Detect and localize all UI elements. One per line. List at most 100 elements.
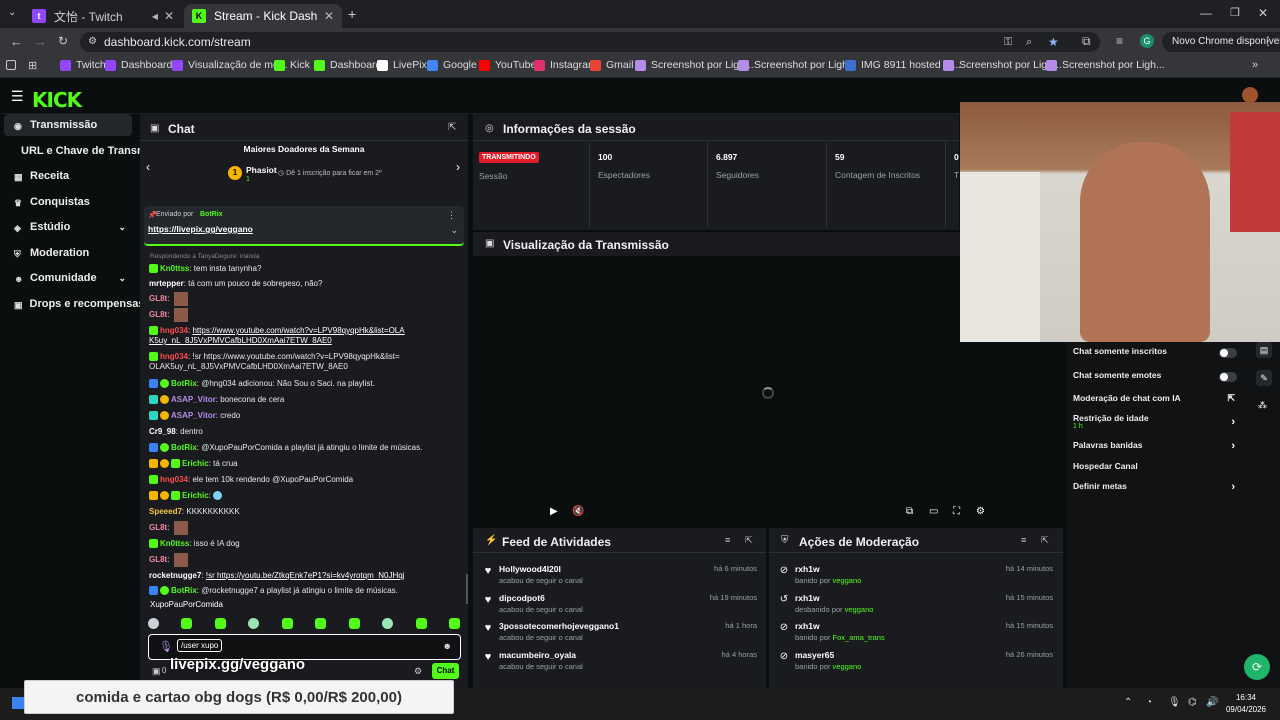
setting-palavras-banidas[interactable]: Palavras banidas › — [1073, 440, 1241, 458]
moderated-username[interactable]: rxh1w — [795, 564, 820, 574]
bookmark-item[interactable]: YouTube — [479, 59, 536, 71]
tab-search-icon[interactable]: ⌄ — [8, 7, 16, 18]
hamburger-menu-icon[interactable]: ☰ — [11, 88, 24, 105]
chat-username[interactable]: hng034 — [160, 475, 188, 484]
mention-suggestion[interactable]: XupoPauPorComida — [150, 600, 223, 609]
bookmark-item[interactable]: Google — [427, 59, 477, 71]
bookmark-item[interactable]: Dashboard — [314, 59, 381, 71]
moderated-username[interactable]: rxh1w — [795, 593, 820, 603]
tray-app-icon[interactable]: ◔ — [1146, 697, 1152, 708]
emote-icon[interactable] — [214, 618, 226, 629]
sidebar-item-transmissao[interactable]: ◉ Transmissão — [4, 114, 132, 136]
popout-icon[interactable]: ⇱ — [1041, 535, 1049, 546]
chat-send-button[interactable]: Chat — [432, 663, 459, 679]
popout-icon[interactable]: ⇱ — [448, 122, 456, 133]
mic-tray-icon[interactable]: 🎙 — [1168, 697, 1181, 708]
moderated-username[interactable]: masyer65 — [795, 650, 834, 660]
chevron-right-icon[interactable]: › — [456, 160, 460, 174]
sidebar-item-receita[interactable]: ▦ Receita — [4, 165, 132, 187]
grid-icon[interactable]: ⊞ — [28, 59, 37, 72]
chat-link[interactable]: !sr https://youtu.be/ZtkqEnk7eP1?si=kv4y… — [206, 571, 405, 580]
chevron-down-icon[interactable]: ⌄ — [450, 225, 458, 236]
extensions-icon[interactable]: ⧉ — [1082, 34, 1091, 49]
bookmark-item[interactable]: Screenshot por Ligh... — [1046, 59, 1165, 71]
feed-username[interactable]: dipcodpot6 — [499, 593, 545, 603]
unpin-icon[interactable]: ⋮ — [447, 210, 456, 221]
kick-logo[interactable]: KICK — [32, 88, 82, 112]
chat-username[interactable]: Kn0ttss — [160, 539, 189, 548]
popout-icon[interactable]: ⇱ — [745, 535, 753, 546]
zoom-icon[interactable]: ⌕ — [1026, 32, 1032, 52]
setting-hospedar-canal[interactable]: Hospedar Canal — [1073, 461, 1241, 479]
maximize-button[interactable]: ❐ — [1230, 6, 1240, 19]
sidebar-item-conquistas[interactable]: ♛ Conquistas — [4, 191, 132, 213]
windows-start-icon[interactable] — [12, 697, 24, 709]
close-icon[interactable]: ✕ — [164, 9, 174, 23]
chat-username[interactable]: hng034 — [160, 326, 188, 335]
share-icon[interactable]: ⁂ — [1258, 400, 1267, 411]
bookmark-item[interactable]: Screenshot por Ligh... — [943, 59, 1062, 71]
chat-username[interactable]: GL8t — [149, 294, 167, 303]
reload-icon[interactable]: ↻ — [58, 34, 68, 48]
network-icon[interactable]: ⌬ — [1188, 697, 1197, 708]
tab-twitch[interactable]: t 文怡 - Twitch ◂ ✕ — [24, 4, 182, 28]
volume-icon[interactable]: 🔊 — [1206, 697, 1218, 708]
tray-chevron-icon[interactable]: ⌃ — [1124, 697, 1132, 708]
setting-definir-metas[interactable]: Definir metas › — [1073, 481, 1241, 499]
bookmark-item[interactable]: Gmail — [590, 59, 633, 71]
forward-icon[interactable]: → — [34, 34, 47, 49]
setting-chat-somente-inscritos[interactable]: Chat somente inscritos — [1073, 346, 1241, 364]
chat-username[interactable]: hng034 — [160, 352, 188, 361]
bookmark-item[interactable]: Dashboard — [105, 59, 172, 71]
chevron-left-icon[interactable]: ‹ — [146, 160, 150, 174]
site-info-icon[interactable]: ⚙ — [88, 32, 97, 52]
menu-kebab-icon[interactable]: ⋮ — [1262, 34, 1274, 48]
sidebar-item-moderation[interactable]: ⛨ Moderation — [4, 242, 132, 264]
bookmark-item[interactable]: LivePix — [377, 59, 427, 71]
chat-link[interactable]: https://www.youtube.com/watch?v=LPV98qyq… — [149, 326, 405, 345]
filter-icon[interactable]: ≡ — [725, 535, 730, 545]
emote-icon[interactable] — [181, 618, 193, 629]
emotes-only-toggle[interactable] — [1219, 372, 1237, 382]
chat-username[interactable]: GL8t — [149, 310, 167, 319]
back-icon[interactable]: ← — [10, 34, 23, 49]
chat-username[interactable]: ASAP_Vitor — [171, 395, 216, 404]
more-bookmarks-icon[interactable]: » — [1252, 59, 1258, 71]
mute-icon[interactable]: ◂ — [152, 9, 158, 23]
chat-username[interactable]: Erichic — [182, 491, 209, 500]
chat-username[interactable]: rocketnugge7 — [149, 571, 201, 580]
subscribers-only-toggle[interactable] — [1219, 348, 1237, 358]
theater-icon[interactable]: ▭ — [929, 506, 938, 517]
clock-time[interactable]: 16:34 — [1226, 693, 1266, 702]
new-tab-button[interactable]: + — [348, 6, 356, 22]
play-icon[interactable]: ▶ — [550, 506, 558, 517]
mute-icon[interactable]: 🔇 — [572, 506, 584, 517]
tab-kick-dashboard[interactable]: K Stream - Kick Dashboard ✕ — [184, 4, 342, 28]
chat-username[interactable]: ASAP_Vitor — [171, 411, 216, 420]
save-icon[interactable]: ▤ — [1256, 342, 1272, 358]
bookmark-item[interactable]: Instagram — [534, 59, 597, 71]
chat-username[interactable]: mrtepper — [149, 279, 184, 288]
close-icon[interactable]: ✕ — [324, 9, 334, 23]
moderated-username[interactable]: rxh1w — [795, 621, 820, 631]
sidebar-item-estudio[interactable]: ◈ Estúdio ⌄ — [4, 216, 132, 238]
sidebar-item-drops[interactable]: ▣ Drops e recompensas — [4, 293, 144, 315]
sidebar-item-comunidade[interactable]: ☻ Comunidade ⌄ — [4, 267, 132, 289]
bookmark-item[interactable]: Kick — [274, 59, 310, 71]
emote-icon[interactable] — [248, 618, 260, 629]
chat-username[interactable]: BotRix — [171, 443, 197, 452]
profile-avatar[interactable]: G — [1140, 34, 1154, 48]
media-icon[interactable]: ≡ — [1116, 34, 1123, 48]
emote-icon[interactable] — [315, 618, 327, 629]
moderator-name[interactable]: veggano — [833, 576, 862, 585]
setting-moderacao-ia[interactable]: Moderação de chat com IA ⇱ — [1073, 393, 1241, 411]
emoji-icon[interactable]: ☻ — [443, 641, 452, 651]
chat-username[interactable]: BotRix — [171, 586, 197, 595]
fullscreen-icon[interactable]: ⛶ — [953, 506, 960, 517]
chat-username[interactable]: Erichic — [182, 459, 209, 468]
help-chat-button[interactable]: ⟳ — [1244, 654, 1270, 680]
filter-icon[interactable]: ≡ — [1021, 535, 1026, 545]
chat-username[interactable]: BotRix — [171, 379, 197, 388]
wrench-icon[interactable]: ✎ — [1256, 370, 1272, 386]
sidebar-item-url-chave[interactable]: URL e Chave de Transmissão — [4, 140, 175, 162]
